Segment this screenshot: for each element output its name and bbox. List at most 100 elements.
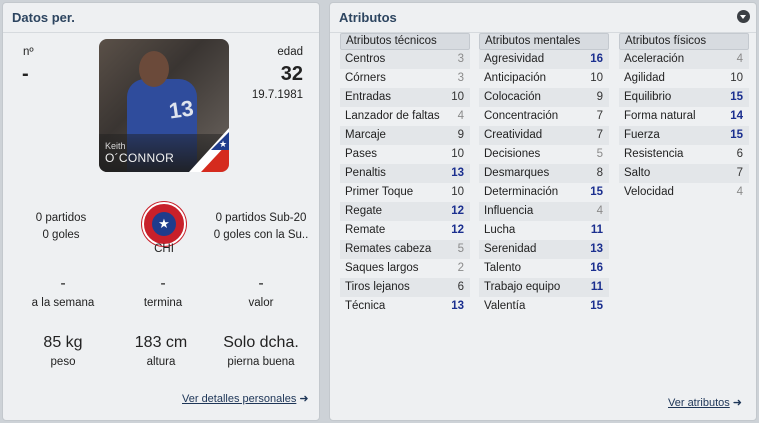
- attribute-row: Remates cabeza 5: [340, 240, 470, 259]
- attributes-link[interactable]: Ver atributos ➜: [668, 396, 742, 409]
- attribute-name: Serenidad: [484, 243, 537, 255]
- number-label: nº: [23, 46, 34, 58]
- attribute-name: Aceleración: [624, 53, 685, 65]
- attribute-name: Penaltis: [345, 167, 386, 179]
- attribute-value: 5: [596, 148, 603, 160]
- attribute-name: Agilidad: [624, 72, 665, 84]
- svg-text:★: ★: [219, 140, 227, 150]
- mental-attributes-list: Agresividad 16 Anticipación 10 Colocación 9 Co…: [479, 50, 609, 316]
- attribute-row: Técnica 13: [340, 297, 470, 316]
- attribute-row: Lanzador de faltas 4: [340, 107, 470, 126]
- market-value: -: [258, 275, 264, 292]
- attribute-value: 15: [590, 300, 603, 312]
- attribute-name: Lucha: [484, 224, 516, 236]
- attribute-name: Pases: [345, 148, 377, 160]
- attribute-value: 11: [590, 281, 603, 293]
- attribute-value: 4: [736, 186, 743, 198]
- attribute-value: 13: [590, 243, 603, 255]
- technical-attributes-header: Atributos técnicos: [340, 33, 470, 50]
- wage-label: a la semana: [31, 297, 95, 309]
- attribute-row: Córners 3: [340, 69, 470, 88]
- wage-value: -: [60, 275, 66, 292]
- attribute-name: Saques largos: [345, 262, 419, 274]
- physical-attributes-header: Atributos físicos: [619, 33, 749, 50]
- attribute-value: 10: [730, 72, 743, 84]
- photo-head: [139, 51, 169, 87]
- chile-flag-icon: ★: [189, 128, 229, 172]
- attribute-value: 4: [736, 53, 743, 65]
- attribute-name: Córners: [345, 72, 386, 84]
- height-value: 183 cm: [134, 334, 188, 351]
- attribute-value: 6: [457, 281, 464, 293]
- attribute-name: Remates cabeza: [345, 243, 432, 255]
- photo-jersey-number: 13: [167, 95, 196, 124]
- panel-title-personal: Datos per.: [12, 10, 75, 25]
- number-value: -: [22, 63, 29, 85]
- attribute-value: 4: [457, 110, 464, 122]
- preferred-foot-value: Solo dcha.: [223, 334, 299, 351]
- market-value-label: valor: [248, 297, 274, 309]
- attribute-row: Resistencia 6: [619, 145, 749, 164]
- attribute-value: 3: [457, 53, 464, 65]
- attribute-name: Lanzador de faltas: [345, 110, 440, 122]
- attribute-row: Decisiones 5: [479, 145, 609, 164]
- arrow-right-icon: ➜: [732, 397, 742, 409]
- attribute-row: Equilibrio 15: [619, 88, 749, 107]
- attribute-value: 5: [457, 243, 464, 255]
- preferred-foot-label: pierna buena: [227, 356, 295, 368]
- attribute-value: 3: [457, 72, 464, 84]
- attribute-value: 10: [590, 72, 603, 84]
- attribute-value: 7: [736, 167, 743, 179]
- attribute-name: Velocidad: [624, 186, 674, 198]
- chile-crest-icon: ★: [142, 202, 186, 246]
- attribute-row: Regate 12: [340, 202, 470, 221]
- attribute-row: Agilidad 10: [619, 69, 749, 88]
- attribute-row: Desmarques 8: [479, 164, 609, 183]
- attribute-value: 13: [451, 300, 464, 312]
- attribute-name: Desmarques: [484, 167, 550, 179]
- panel-title-attributes: Atributos: [339, 10, 397, 25]
- attribute-row: Aceleración 4: [619, 50, 749, 69]
- matches-count: 0 partidos: [35, 212, 87, 224]
- attribute-name: Influencia: [484, 205, 534, 217]
- attribute-value: 14: [730, 110, 743, 122]
- attribute-row: Tiros lejanos 6: [340, 278, 470, 297]
- attribute-value: 11: [590, 224, 603, 236]
- age-label: edad: [277, 46, 303, 58]
- attribute-row: Pases 10: [340, 145, 470, 164]
- attribute-value: 2: [457, 262, 464, 274]
- attribute-value: 6: [736, 148, 743, 160]
- attribute-name: Concentración: [484, 110, 559, 122]
- arrow-right-icon: ➜: [299, 393, 309, 405]
- attribute-row: Salto 7: [619, 164, 749, 183]
- attribute-value: 12: [451, 205, 464, 217]
- physical-attributes-list: Aceleración 4 Agilidad 10 Equilibrio 15 Forma …: [619, 50, 749, 202]
- attribute-name: Salto: [624, 167, 651, 179]
- technical-attributes-column: Atributos técnicos Centros 3 Córners 3 Entra…: [340, 33, 470, 316]
- attribute-row: Forma natural 14: [619, 107, 749, 126]
- attribute-value: 15: [730, 129, 743, 141]
- attribute-row: Creatividad 7: [479, 126, 609, 145]
- attribute-value: 15: [730, 91, 743, 103]
- attribute-name: Resistencia: [624, 148, 684, 160]
- attribute-name: Equilibrio: [624, 91, 672, 103]
- attribute-name: Talento: [484, 262, 522, 274]
- attribute-name: Colocación: [484, 91, 541, 103]
- attribute-name: Fuerza: [624, 129, 660, 141]
- technical-attributes-list: Centros 3 Córners 3 Entradas 10 Lanzador de fa…: [340, 50, 470, 316]
- attribute-value: 4: [596, 205, 603, 217]
- attribute-row: Centros 3: [340, 50, 470, 69]
- attribute-value: 9: [596, 91, 603, 103]
- attribute-row: Serenidad 13: [479, 240, 609, 259]
- attribute-name: Técnica: [345, 300, 386, 312]
- contract-end-value: -: [160, 275, 166, 292]
- attribute-name: Marcaje: [345, 129, 386, 141]
- attribute-row: Concentración 7: [479, 107, 609, 126]
- personal-data-panel: Datos per. nº - 13 Keith O´CONNOR ★ edad…: [2, 2, 320, 421]
- weight-label: peso: [50, 356, 76, 368]
- personal-details-link[interactable]: Ver detalles personales ➜: [182, 392, 309, 405]
- chevron-down-circle-icon[interactable]: [737, 10, 750, 23]
- attribute-name: Decisiones: [484, 148, 541, 160]
- photo-first-name: Keith: [105, 141, 126, 151]
- attribute-value: 10: [451, 148, 464, 160]
